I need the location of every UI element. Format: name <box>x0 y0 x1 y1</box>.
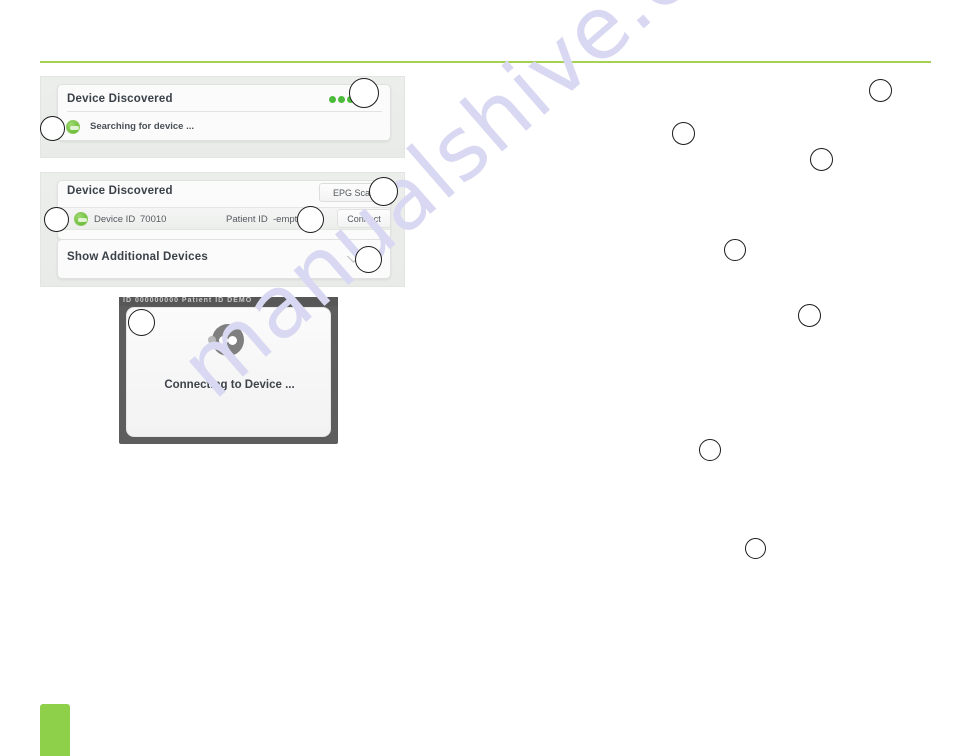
callout-marker <box>810 148 833 171</box>
callout-marker <box>369 177 398 206</box>
callout-marker <box>40 116 65 141</box>
green-check-badge-icon-2 <box>74 212 88 226</box>
searching-status-label: Searching for device ... <box>90 121 195 132</box>
patient-id-label: Patient ID <box>226 214 268 225</box>
callout-marker <box>869 79 892 102</box>
device-avatar-dot-right <box>228 336 237 345</box>
device-avatar-dot-left <box>219 336 228 345</box>
card-title-device-discovered-2: Device Discovered <box>67 185 173 197</box>
connecting-message: Connecting to Device ... <box>164 379 295 391</box>
connect-button[interactable]: Connect <box>337 209 391 228</box>
callout-marker <box>297 206 324 233</box>
callout-marker <box>798 304 821 327</box>
screenshot-panel-found: Device Discovered EPG Scan Device ID 700… <box>40 172 405 287</box>
callout-marker <box>349 78 379 108</box>
callout-marker <box>44 207 69 232</box>
card-title-device-discovered-1: Device Discovered <box>67 93 173 105</box>
device-avatar-icon <box>208 324 244 356</box>
green-check-badge-icon <box>66 120 80 134</box>
page-root: Device Discovered Searching for device .… <box>0 0 972 756</box>
callout-marker <box>128 309 155 336</box>
callout-marker <box>745 538 766 559</box>
card-divider-1 <box>67 111 382 112</box>
header-rule <box>40 61 931 63</box>
device-id-label: Device ID <box>94 214 136 225</box>
footer-tab <box>40 704 70 756</box>
callout-marker <box>699 439 721 461</box>
device-avatar-nub <box>208 336 216 344</box>
callout-marker <box>672 122 695 145</box>
clipped-header-strip: ID 000000000 Patient ID DEMO <box>119 297 338 306</box>
show-additional-devices-label: Show Additional Devices <box>67 251 208 263</box>
callout-marker <box>355 246 382 273</box>
device-id-value: 70010 <box>140 214 167 225</box>
connecting-dialog-body: Connecting to Device ... <box>126 307 331 437</box>
connect-label: Connect <box>347 213 381 224</box>
callout-marker <box>724 239 746 261</box>
